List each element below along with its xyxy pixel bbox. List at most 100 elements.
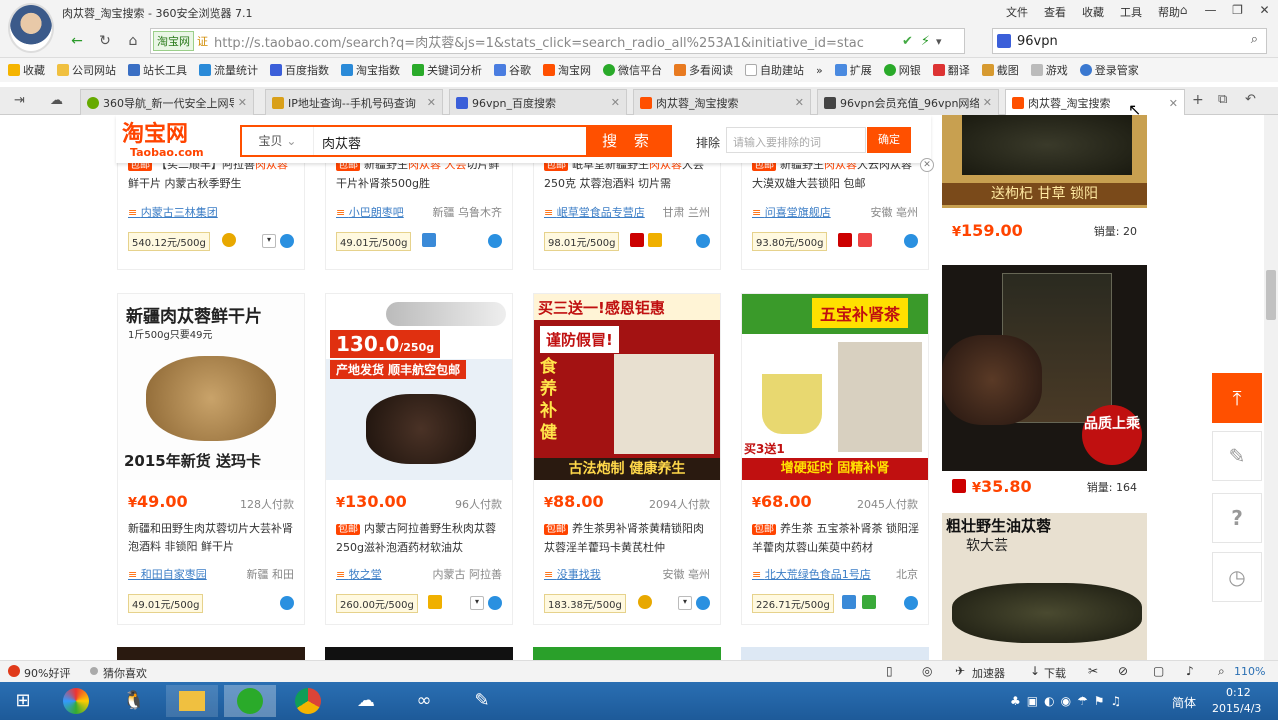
wangwang-icon[interactable]	[696, 234, 710, 248]
product-image[interactable]	[533, 647, 721, 660]
product-image[interactable]: 新疆肉苁蓉鲜干片 1斤500g只要49元 2015年新货 送玛卡	[118, 294, 304, 480]
ad-product-card[interactable]: 粗壮野生油苁蓉 软大芸	[942, 513, 1147, 660]
home-icon[interactable]: ⌂	[122, 30, 144, 52]
zoom-level[interactable]: 110%	[1234, 665, 1265, 678]
wangwang-icon[interactable]	[904, 596, 918, 610]
tab-list-icon[interactable]: ⧉	[1218, 92, 1227, 107]
note-app-icon[interactable]: ✎	[456, 685, 508, 717]
product-card[interactable]: 130.0/250g 产地发货 顺丰航空包邮 ¥130.00 96人付款 包邮内…	[325, 293, 513, 625]
taobao-logo[interactable]: 淘宝网	[122, 123, 188, 145]
window-icon[interactable]: ▢	[1153, 664, 1164, 678]
cloud-icon[interactable]: ☁	[50, 93, 63, 108]
product-image[interactable]	[117, 647, 305, 660]
product-image[interactable]	[325, 647, 513, 660]
wangwang-icon[interactable]	[904, 234, 918, 248]
sidebar-toggle-icon[interactable]: ⇥	[14, 93, 25, 108]
taobao-search-button[interactable]: 搜 索	[586, 125, 671, 157]
refresh-icon[interactable]: ↻	[94, 30, 116, 52]
shop-link[interactable]: 内蒙古三林集团	[128, 204, 218, 220]
cache-icon[interactable]: ⊘	[1118, 664, 1128, 678]
input-language[interactable]: 简体	[1172, 694, 1196, 711]
lightning-icon[interactable]: ⚡	[921, 34, 930, 49]
bookmark-taobao-index[interactable]: 淘宝指数	[341, 62, 400, 78]
bookmark-google[interactable]: 谷歌	[494, 62, 531, 78]
wangwang-icon[interactable]	[696, 596, 710, 610]
bookmark-extension[interactable]: 扩展	[834, 62, 872, 78]
search-engine-icon[interactable]	[997, 34, 1011, 48]
bookmark-bank[interactable]: 网银	[883, 62, 921, 78]
close-tab-icon[interactable]: ✕	[795, 96, 804, 109]
product-image[interactable]: 买三送一!感恩钜惠 谨防假冒! 食养补健 古法炮制 健康养生	[534, 294, 720, 480]
product-card[interactable]: 五宝补肾茶 买3送1 增硬延时 固精补肾 ¥68.00 2045人付款 包邮 养生…	[741, 293, 929, 625]
accelerator-label[interactable]: 加速器	[972, 665, 1005, 681]
bookmark-webmaster[interactable]: 站长工具	[128, 62, 187, 78]
clock-date[interactable]: 2015/4/3	[1212, 702, 1261, 715]
browser-icon[interactable]: ◎	[922, 664, 932, 678]
dropdown-icon[interactable]: ▾	[262, 234, 276, 248]
chrome-icon[interactable]	[282, 685, 334, 717]
url-text[interactable]: http://s.taobao.com/search?q=肉苁蓉&js=1&st…	[214, 32, 894, 51]
bookmark-baidu-index[interactable]: 百度指数	[270, 62, 329, 78]
bookmark-wechat[interactable]: 微信平台	[603, 62, 662, 78]
shop-link[interactable]: 和田自家枣园	[128, 566, 207, 582]
product-card[interactable]: 买三送一!感恩钜惠 谨防假冒! 食养补健 古法炮制 健康养生 ¥88.00 20…	[533, 293, 721, 625]
wangwang-icon[interactable]	[488, 234, 502, 248]
download-label[interactable]: 下载	[1044, 665, 1066, 681]
search-type-select[interactable]: 宝贝 ⌄	[242, 127, 314, 155]
tab-ip-lookup[interactable]: IP地址查询--手机号码查询 ✕	[265, 89, 443, 115]
shop-link[interactable]: 小巴朗枣吧	[336, 204, 404, 220]
back-to-top-button[interactable]: ⤒	[1212, 373, 1262, 423]
wangwang-icon[interactable]	[280, 596, 294, 610]
close-tab-icon[interactable]: ✕	[1169, 97, 1178, 110]
shop-link[interactable]: 问喜堂旗舰店	[752, 204, 831, 220]
ad-product-card[interactable]: 品质上乘 ¥35.80 销量: 164	[942, 265, 1147, 505]
menu-tools[interactable]: 工具	[1112, 4, 1150, 20]
help-icon[interactable]: ?	[1212, 493, 1262, 543]
rating-text[interactable]: 90%好评	[24, 665, 70, 681]
zoom-icon[interactable]: ⌕	[1218, 664, 1225, 679]
shop-link[interactable]: 北大荒绿色食品1号店	[752, 566, 871, 582]
qq-icon[interactable]: 🐧	[108, 685, 160, 717]
product-image[interactable]: 五宝补肾茶 买3送1 增硬延时 固精补肾	[742, 294, 928, 480]
exclude-input[interactable]: 请输入要排除的词	[726, 127, 866, 153]
product-title[interactable]: 包邮 养生茶男补肾茶黄精锁阳肉苁蓉淫羊藿玛卡黄芪杜仲	[544, 520, 714, 556]
close-tab-icon[interactable]: ✕	[983, 96, 992, 109]
tab-taobao-1[interactable]: 肉苁蓉_淘宝搜索 ✕	[633, 89, 811, 115]
scrollbar-thumb[interactable]	[1266, 270, 1276, 320]
shop-link[interactable]: 没事找我	[544, 566, 601, 582]
product-title[interactable]: 包邮 养生茶 五宝茶补肾茶 锁阳淫羊藿肉苁蓉山茱萸中药材	[752, 520, 922, 556]
guess-link[interactable]: 猜你喜欢	[103, 665, 147, 681]
dropdown-icon[interactable]: ▾	[936, 35, 942, 48]
product-image[interactable]: 130.0/250g 产地发货 顺丰航空包邮	[326, 294, 512, 480]
mobile-icon[interactable]: ▯	[886, 664, 893, 678]
back-icon[interactable]: ←	[66, 30, 88, 52]
360-app-icon[interactable]	[50, 685, 102, 717]
wangwang-icon[interactable]	[280, 234, 294, 248]
accelerator-icon[interactable]: ✈	[955, 664, 965, 678]
cloud-app-icon[interactable]: ☁	[340, 685, 392, 717]
address-bar[interactable]: 淘宝网 证 http://s.taobao.com/search?q=肉苁蓉&j…	[150, 28, 965, 54]
bookmark-company[interactable]: 公司网站	[57, 62, 116, 78]
menu-favorites[interactable]: 收藏	[1074, 4, 1112, 20]
shop-link[interactable]: 岷草堂食品专营店	[544, 204, 645, 220]
bookmark-site-builder[interactable]: 自助建站	[745, 62, 804, 78]
product-title[interactable]: 新疆和田野生肉苁蓉切片大芸补肾泡酒料 非锁阳 鲜干片	[128, 520, 298, 556]
more-bookmarks-icon[interactable]: »	[816, 64, 823, 77]
history-clock-icon[interactable]: ◷	[1212, 552, 1262, 602]
menu-view[interactable]: 查看	[1036, 4, 1074, 20]
volume-icon[interactable]: ♪	[1186, 664, 1194, 678]
bookmark-stats[interactable]: 流量统计	[199, 62, 258, 78]
clock-time[interactable]: 0:12	[1226, 686, 1251, 699]
close-icon[interactable]: ✕	[1251, 0, 1278, 22]
clean-icon[interactable]: ✂	[1088, 664, 1098, 678]
taobao-search-input[interactable]: 肉苁蓉	[322, 133, 361, 152]
product-title[interactable]: 包邮 内蒙古阿拉善野生秋肉苁蓉250g滋补泡酒药材软油苁	[336, 520, 506, 556]
product-image[interactable]: 品质上乘	[942, 265, 1147, 471]
ad-product-card[interactable]: 送枸杞 甘草 锁阳 ¥159.00 销量: 20	[942, 115, 1147, 251]
search-bar[interactable]: 96vpn ⌕	[992, 28, 1267, 54]
minimize-icon[interactable]: —	[1197, 0, 1224, 22]
bookmark-screenshot[interactable]: 截图	[981, 62, 1019, 78]
close-tab-icon[interactable]: ✕	[611, 96, 620, 109]
360-browser-icon[interactable]	[224, 685, 276, 717]
certificate-icon[interactable]: 证	[197, 33, 208, 49]
